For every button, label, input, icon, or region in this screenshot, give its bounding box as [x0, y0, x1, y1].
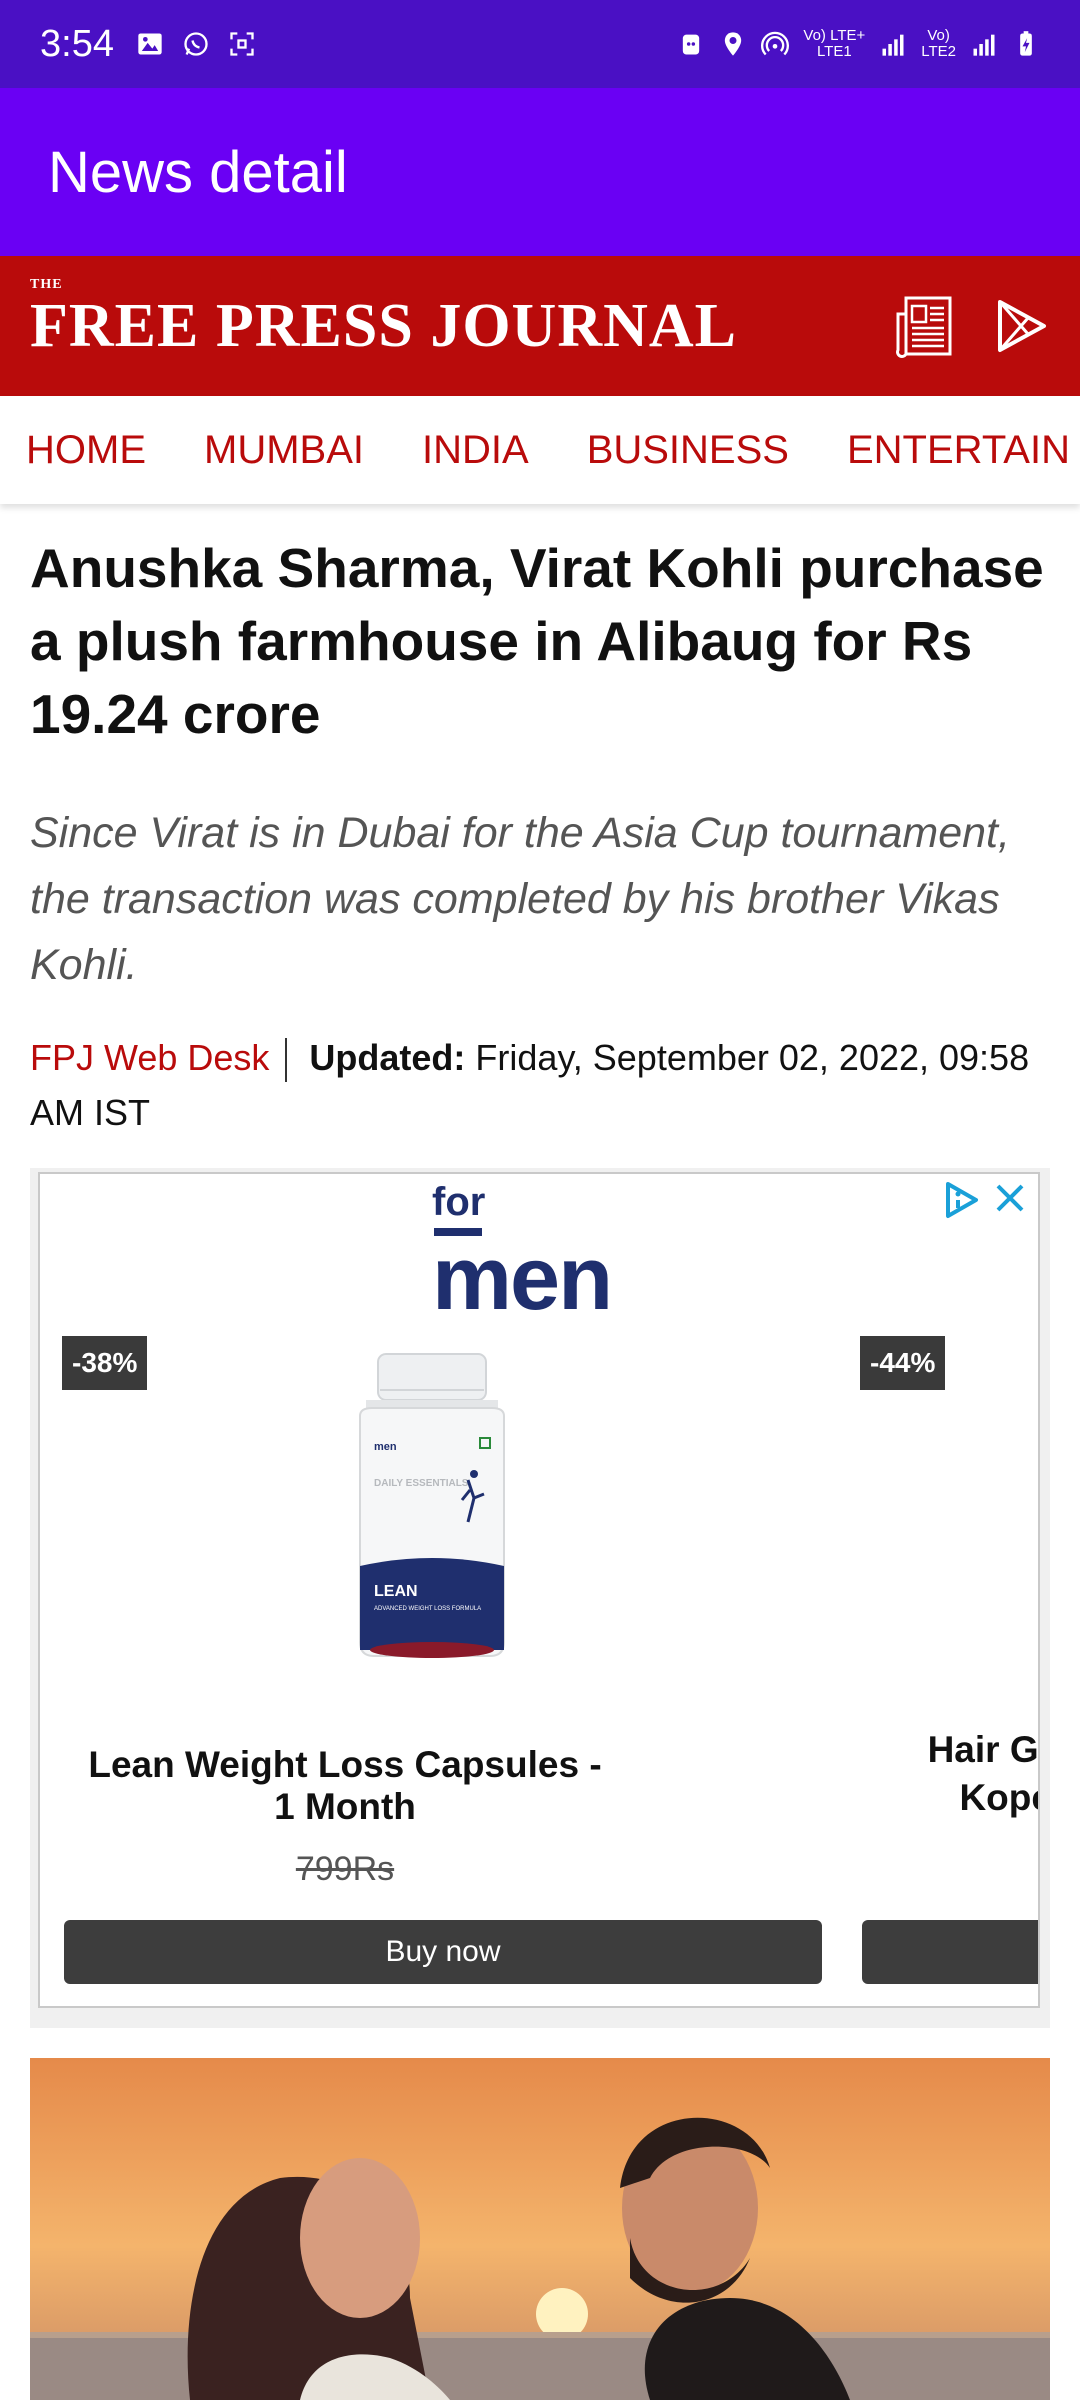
ad-logo: for men [432, 1180, 613, 1329]
newspaper-icon[interactable] [892, 294, 956, 358]
buy-now-button[interactable] [862, 1920, 1038, 1984]
buy-now-button[interactable]: Buy now [64, 1920, 822, 1984]
android-icon [683, 34, 700, 55]
category-nav: HOME MUMBAI INDIA BUSINESS ENTERTAIN [0, 396, 1080, 504]
app-bar: News detail [0, 88, 1080, 256]
brand-name: FREE PRESS JOURNAL [30, 291, 737, 360]
nav-item-home[interactable]: HOME [0, 428, 178, 473]
product-price: 799Rs [295, 1850, 395, 1888]
adchoices-icon[interactable] [940, 1178, 984, 1222]
product-title[interactable]: Lean Weight Loss Capsules - 1 Month [80, 1744, 610, 1828]
battery-icon [1020, 31, 1032, 56]
article-summary: Since Virat is in Dubai for the Asia Cup… [30, 809, 1010, 989]
bottle-sub: ADVANCED WEIGHT LOSS FORMULA [374, 1606, 481, 1612]
nav-item-india[interactable]: INDIA [396, 428, 561, 473]
author-link[interactable]: FPJ Web Desk [30, 1037, 269, 1078]
signal-icon [973, 34, 995, 56]
screenshot-icon [230, 32, 254, 56]
lte1-indicator: Vo) LTE+ LTE1 [803, 27, 866, 60]
close-icon[interactable] [990, 1178, 1030, 1218]
play-store-icon[interactable] [994, 298, 1050, 354]
discount-badge: -44% [860, 1336, 946, 1390]
ad-carousel[interactable]: for men -38% -44% men DAILY ESSENTIALS L… [38, 1172, 1040, 2008]
brand-the: THE [30, 276, 63, 292]
ad-logo-for: for [432, 1180, 486, 1224]
page-title: News detail [48, 139, 348, 205]
lte2-indicator: Vo) LTE2 [921, 27, 956, 60]
brand-logo[interactable]: THE FREE PRESS JOURNAL [30, 277, 737, 362]
status-time: 3:54 [40, 22, 114, 65]
article-headline: Anushka Sharma, Virat Kohli purchase a p… [30, 537, 1044, 745]
ad-container: for men -38% -44% men DAILY ESSENTIALS L… [30, 1168, 1050, 2028]
byline-divider [285, 1038, 288, 1083]
brand-bar: THE FREE PRESS JOURNAL [0, 256, 1080, 396]
status-bar: 3:54 Vo) LTE+ LTE1 Vo) LTE2 [0, 0, 1080, 88]
whatsapp-icon [184, 32, 208, 56]
discount-badge: -38% [62, 1336, 148, 1390]
couple-photo [30, 2058, 1050, 2400]
product-title[interactable]: Hair Grow Kopex [896, 1726, 1038, 1822]
bottle-brand: men [374, 1441, 397, 1453]
bottle-line: DAILY ESSENTIALS [374, 1478, 469, 1489]
nav-item-entertainment[interactable]: ENTERTAIN [821, 428, 1080, 473]
signal-icon [882, 34, 904, 56]
gallery-icon [138, 33, 162, 55]
bottle-title: LEAN [374, 1583, 418, 1600]
hotspot-icon [761, 31, 790, 56]
location-icon [725, 32, 742, 56]
updated-label: Updated: [309, 1037, 466, 1078]
article-image[interactable] [30, 2058, 1050, 2400]
nav-item-business[interactable]: BUSINESS [561, 428, 821, 473]
ad-logo-men: men [432, 1229, 613, 1329]
product-image[interactable]: men DAILY ESSENTIALS LEAN ADVANCED WEIGH… [340, 1350, 524, 1670]
nav-item-mumbai[interactable]: MUMBAI [178, 428, 396, 473]
article-byline: FPJ Web Desk Updated: Friday, September 0… [30, 1030, 1050, 1140]
